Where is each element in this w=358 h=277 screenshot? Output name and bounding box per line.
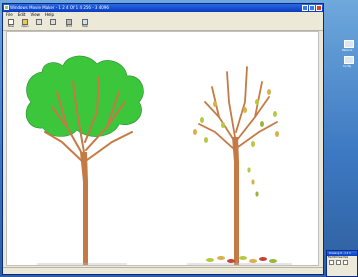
status-bar [3,267,323,274]
summer-foliage [25,55,144,137]
second-open-icon[interactable] [336,260,341,265]
network-icon[interactable] [344,40,354,48]
undo-icon [36,19,42,25]
summer-trunk [80,152,88,265]
autumn-tree [187,66,292,265]
second-window[interactable]: Drawing 8 - 1 4 3 File Edit View Help [326,250,358,277]
maximize-button[interactable] [309,5,315,11]
undo-button[interactable] [33,19,45,29]
redo-icon [50,19,56,25]
close-button[interactable] [316,5,322,11]
second-save-icon[interactable] [343,260,348,265]
print-button[interactable]: Print [63,19,75,29]
new-button[interactable]: New [5,19,17,29]
help-button[interactable]: Help [79,19,91,29]
config-label: Config [343,65,352,68]
toolbar: New Open Print Help [3,18,323,31]
open-button[interactable]: Open [19,19,31,29]
redo-button[interactable] [47,19,59,29]
autumn-trunk [232,137,239,265]
minimize-button[interactable] [302,5,308,11]
title-bar[interactable]: Windows Movie Maker - 1 2 4 Of 1 4 256 -… [3,4,323,12]
summer-tree [25,55,144,265]
network-label: Network [342,49,353,52]
second-new-icon[interactable] [329,260,334,265]
window-title: Windows Movie Maker - 1 2 4 Of 1 4 256 -… [10,5,109,10]
config-icon[interactable] [344,56,354,64]
main-window: Windows Movie Maker - 1 2 4 Of 1 4 256 -… [2,3,324,275]
autumn-branches [198,66,278,151]
fallen-leaves [206,256,277,263]
drawing-canvas[interactable] [6,31,319,266]
app-icon [4,5,9,10]
